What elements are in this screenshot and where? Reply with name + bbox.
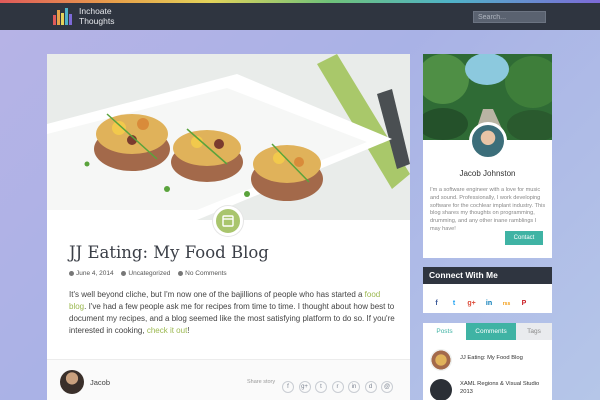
- googleplus-share-icon[interactable]: g+: [298, 381, 311, 393]
- twitter-share-icon[interactable]: t: [315, 381, 327, 393]
- linkedin-share-icon[interactable]: in: [348, 381, 360, 393]
- post-meta: June 4, 2014 Uncategorized No Comments: [69, 270, 233, 277]
- recent-post-title: JJ Eating: My Food Blog: [460, 355, 523, 361]
- author-avatar[interactable]: [60, 370, 84, 394]
- post-footer: Jacob Share story f g+ t r in d @: [47, 359, 410, 400]
- recent-post-title: XAML Regions & Visual Studio 2013: [460, 381, 540, 395]
- post-category-text: Uncategorized: [128, 270, 171, 277]
- post-excerpt: It's well beyond cliche, but I'm now one…: [69, 289, 399, 337]
- top-bar: Inchoate Thoughts: [0, 0, 600, 30]
- twitter-icon[interactable]: t: [449, 298, 460, 309]
- author-name[interactable]: Jacob: [90, 378, 110, 387]
- recent-post-thumbnail: [430, 379, 452, 400]
- post-comments-text: No Comments: [185, 270, 227, 277]
- tab-posts[interactable]: Posts: [423, 323, 466, 340]
- facebook-share-icon[interactable]: f: [282, 381, 294, 393]
- post-title[interactable]: JJ Eating: My Food Blog: [69, 243, 269, 262]
- folder-icon: [121, 270, 127, 276]
- post-comments[interactable]: No Comments: [178, 270, 227, 277]
- excerpt-text-3: !: [187, 326, 190, 335]
- delicious-share-icon[interactable]: d: [364, 381, 377, 393]
- calendar-icon: [213, 206, 243, 236]
- rss-icon[interactable]: rss: [501, 299, 512, 310]
- connect-widget-title: Connect With Me: [423, 267, 552, 284]
- post-card: JJ Eating: My Food Blog June 4, 2014 Unc…: [47, 54, 410, 400]
- excerpt-text-1: It's well beyond cliche, but I'm now one…: [69, 290, 365, 299]
- connect-widget: f t g+ in rss P: [423, 284, 552, 313]
- comment-icon: [178, 270, 184, 276]
- post-hero-image[interactable]: [47, 54, 410, 220]
- site-title-line2: Thoughts: [79, 15, 115, 26]
- search-input[interactable]: [473, 11, 546, 23]
- share-icons: f g+ t r in d @: [282, 375, 398, 393]
- clock-icon: [69, 270, 74, 276]
- pinterest-icon[interactable]: P: [519, 298, 530, 309]
- site-title[interactable]: Inchoate Thoughts: [79, 6, 115, 26]
- tab-tags[interactable]: Tags: [516, 323, 552, 340]
- facebook-icon[interactable]: f: [431, 298, 442, 309]
- googleplus-icon[interactable]: g+: [466, 298, 477, 309]
- sidebar-tabs: Posts Comments Tags: [423, 323, 552, 340]
- contact-button[interactable]: Contact: [505, 231, 543, 245]
- profile-widget: Jacob Johnston I'm a software engineer w…: [423, 54, 552, 258]
- linkedin-icon[interactable]: in: [484, 298, 495, 309]
- profile-name: Jacob Johnston: [459, 169, 516, 178]
- food-photo: [47, 54, 410, 220]
- reddit-share-icon[interactable]: r: [331, 381, 344, 393]
- post-date-text: June 4, 2014: [76, 270, 114, 277]
- recent-post-thumbnail: [430, 349, 452, 371]
- social-links: f t g+ in rss P: [431, 292, 536, 310]
- share-label: Share story: [247, 379, 276, 385]
- logo-icon[interactable]: [53, 8, 73, 25]
- tab-comments[interactable]: Comments: [466, 323, 516, 340]
- rainbow-stripe: [0, 0, 600, 3]
- profile-avatar[interactable]: [469, 122, 507, 160]
- post-date[interactable]: June 4, 2014: [69, 270, 114, 277]
- check-it-out-link[interactable]: check it out: [147, 326, 187, 335]
- excerpt-text-2: . I've had a few people ask me for recip…: [69, 302, 395, 335]
- recent-posts-list: JJ Eating: My Food Blog XAML Regions & V…: [423, 340, 552, 400]
- email-share-icon[interactable]: @: [381, 381, 393, 393]
- profile-bio: I'm a software engineer with a love for …: [430, 187, 546, 232]
- post-category[interactable]: Uncategorized: [121, 270, 170, 277]
